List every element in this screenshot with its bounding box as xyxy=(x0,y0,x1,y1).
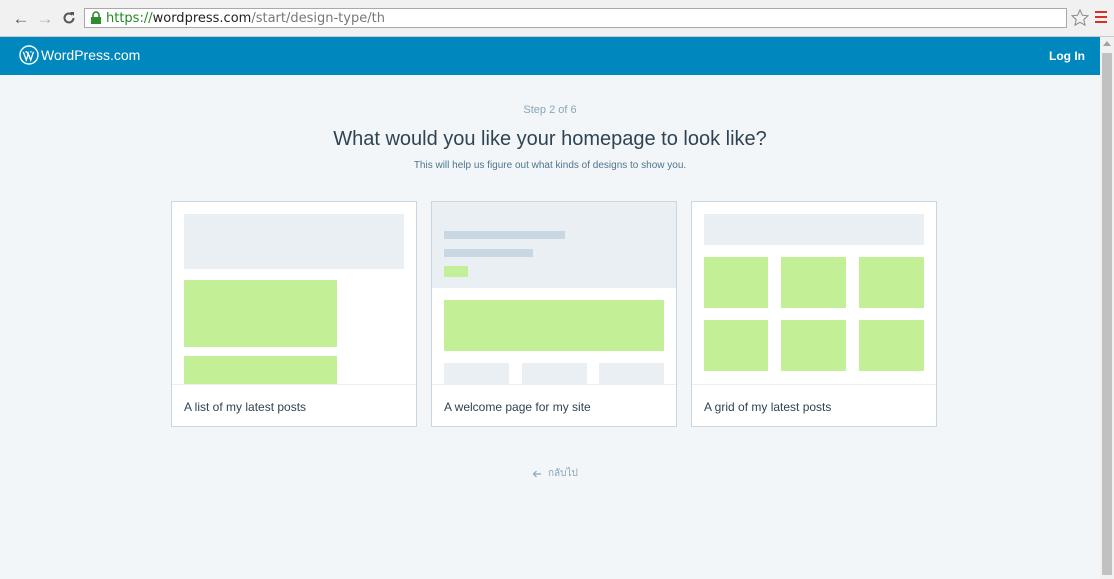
scroll-up-icon[interactable] xyxy=(1103,41,1111,46)
step-indicator: Step 2 of 6 xyxy=(523,104,577,116)
brand-name[interactable]: WordPress.com xyxy=(41,47,140,63)
wordpress-logo-icon[interactable] xyxy=(19,45,39,65)
bookmark-star-icon[interactable] xyxy=(1070,8,1090,28)
forward-arrow-icon[interactable]: → xyxy=(36,9,54,27)
masterbar: WordPress.com Log In xyxy=(0,37,1100,75)
scrollbar[interactable] xyxy=(1100,37,1114,579)
page-layout-preview xyxy=(432,202,676,384)
design-option-page[interactable]: A welcome page for my site xyxy=(431,201,677,427)
option-label: A list of my latest posts xyxy=(184,400,307,414)
option-label: A grid of my latest posts xyxy=(704,400,832,414)
address-bar[interactable]: https://wordpress.com/start/design-type/… xyxy=(84,8,1067,28)
browser-menu-icon[interactable] xyxy=(1095,11,1107,24)
login-link[interactable]: Log In xyxy=(1049,49,1085,63)
url-path: /start/design-type/th xyxy=(251,10,385,26)
list-layout-preview xyxy=(172,202,416,384)
reload-icon[interactable] xyxy=(60,9,78,27)
scroll-thumb[interactable] xyxy=(1102,53,1112,575)
url-scheme: https:// xyxy=(106,10,153,26)
browser-toolbar: ← → https://wordpress.com/start/design-t… xyxy=(0,0,1114,37)
lock-icon xyxy=(91,11,101,24)
url-host: wordpress.com xyxy=(152,10,252,26)
design-option-grid[interactable]: A grid of my latest posts xyxy=(691,201,937,427)
back-arrow-icon[interactable]: ← xyxy=(12,9,30,27)
back-link[interactable]: กลับไป xyxy=(532,466,578,481)
arrow-left-icon xyxy=(532,470,541,477)
option-label: A welcome page for my site xyxy=(444,400,591,414)
page-subtitle: This will help us figure out what kinds … xyxy=(413,160,687,171)
back-label: กลับไป xyxy=(548,468,578,479)
design-option-list[interactable]: A list of my latest posts xyxy=(171,201,417,427)
grid-layout-preview xyxy=(692,202,936,384)
page-title: What would you like your homepage to loo… xyxy=(333,128,767,150)
